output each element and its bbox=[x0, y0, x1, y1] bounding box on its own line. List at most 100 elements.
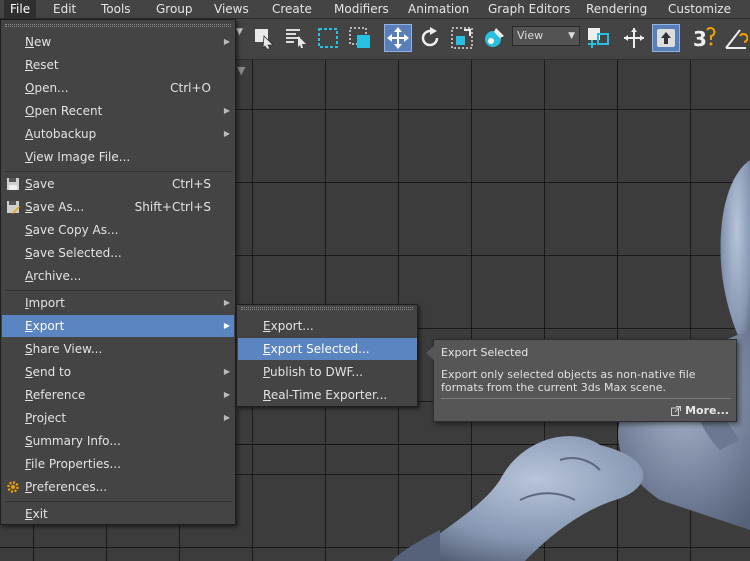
tooltip-more-link[interactable]: More... bbox=[671, 404, 729, 417]
menu-item-new[interactable]: New ▶ bbox=[2, 31, 234, 53]
select-scale-icon[interactable] bbox=[448, 24, 476, 52]
gear-icon bbox=[7, 481, 19, 493]
export-submenu: Export... Export Selected... Publish to … bbox=[236, 304, 418, 407]
select-rotate-icon[interactable] bbox=[416, 24, 444, 52]
chevron-right-icon: ▶ bbox=[223, 321, 230, 330]
menu-separator bbox=[5, 171, 233, 172]
menu-item-label: Import bbox=[25, 296, 65, 310]
menu-customize[interactable]: Customize bbox=[662, 0, 737, 18]
menu-item-label: Save As... bbox=[25, 200, 85, 214]
menu-item-autobackup[interactable]: Autobackup ▶ bbox=[2, 123, 234, 145]
menu-item-share-view[interactable]: Share View... bbox=[2, 338, 234, 360]
menu-item-export[interactable]: Export ▶ bbox=[2, 315, 234, 337]
menu-item-shortcut: Shift+Ctrl+S bbox=[134, 200, 211, 214]
menu-item-label: Publish to DWF... bbox=[263, 365, 363, 379]
tooltip: Export Selected Export only selected obj… bbox=[426, 339, 737, 422]
chevron-down-icon[interactable]: ▼ bbox=[236, 27, 243, 37]
menu-item-file-properties[interactable]: File Properties... bbox=[2, 453, 234, 475]
menu-item-label: Real-Time Exporter... bbox=[263, 388, 388, 402]
menu-item-label: Send to bbox=[25, 365, 72, 379]
select-object-icon[interactable] bbox=[250, 24, 278, 52]
menu-item-label: View Image File... bbox=[25, 150, 131, 164]
snap-label: 3 bbox=[693, 27, 707, 50]
menu-create[interactable]: Create bbox=[266, 0, 318, 18]
menu-item-label: Reference bbox=[25, 388, 86, 402]
menu-file[interactable]: File bbox=[4, 0, 37, 18]
use-pivot-icon[interactable] bbox=[584, 24, 612, 52]
menu-group[interactable]: Group bbox=[150, 0, 199, 18]
menu-separator bbox=[5, 501, 233, 502]
chevron-right-icon: ▶ bbox=[223, 390, 230, 399]
menu-item-label: Summary Info... bbox=[25, 434, 121, 448]
menu-rendering[interactable]: Rendering bbox=[580, 0, 653, 18]
menu-item-export-selected[interactable]: Export Selected... bbox=[238, 338, 417, 360]
menu-item-label: Export Selected... bbox=[263, 342, 370, 356]
more-link-label: More... bbox=[685, 404, 729, 417]
menu-item-label: New bbox=[25, 35, 52, 49]
menu-item-label: Share View... bbox=[25, 342, 103, 356]
tooltip-divider bbox=[441, 398, 731, 399]
menu-item-publish-to-dwf[interactable]: Publish to DWF... bbox=[238, 361, 417, 383]
chevron-down-icon: ▼ bbox=[568, 31, 575, 41]
menu-tools[interactable]: Tools bbox=[95, 0, 137, 18]
menu-item-project[interactable]: Project ▶ bbox=[2, 407, 234, 429]
select-by-name-icon[interactable] bbox=[282, 24, 310, 52]
chevron-right-icon: ▶ bbox=[223, 413, 230, 422]
reference-coordinate-select[interactable]: View ▼ bbox=[512, 26, 580, 46]
menu-item-label: Save Copy As... bbox=[25, 223, 119, 237]
tooltip-title: Export Selected bbox=[441, 346, 529, 359]
menu-item-open-recent[interactable]: Open Recent ▶ bbox=[2, 100, 234, 122]
menu-item-real-time-exporter[interactable]: Real-Time Exporter... bbox=[238, 384, 417, 406]
save-icon bbox=[7, 178, 19, 190]
file-menu: New ▶ Reset Open... Ctrl+O Open Recent ▶… bbox=[0, 19, 236, 525]
chevron-right-icon: ▶ bbox=[223, 106, 230, 115]
menu-item-label: File Properties... bbox=[25, 457, 121, 471]
tooltip-pointer bbox=[426, 346, 434, 360]
menu-edit[interactable]: Edit bbox=[47, 0, 82, 18]
menu-separator bbox=[5, 290, 233, 291]
chevron-right-icon: ▶ bbox=[223, 298, 230, 307]
menu-item-open[interactable]: Open... Ctrl+O bbox=[2, 77, 234, 99]
menu-item-reset[interactable]: Reset bbox=[2, 54, 234, 76]
menu-views[interactable]: Views bbox=[208, 0, 255, 18]
menu-grip bbox=[241, 307, 413, 310]
angle-snap-icon[interactable] bbox=[722, 24, 750, 52]
menu-item-label: Reset bbox=[25, 58, 59, 72]
window-crossing-icon[interactable] bbox=[346, 24, 374, 52]
chevron-right-icon: ▶ bbox=[223, 37, 230, 46]
reference-coordinate-value: View bbox=[517, 29, 544, 42]
select-place-icon[interactable] bbox=[480, 24, 508, 52]
menu-item-label: Preferences... bbox=[25, 480, 108, 494]
menu-item-preferences[interactable]: Preferences... bbox=[2, 476, 234, 498]
menu-animation[interactable]: Animation bbox=[402, 0, 475, 18]
menu-item-shortcut: Ctrl+S bbox=[171, 177, 211, 191]
menu-item-summary-info[interactable]: Summary Info... bbox=[2, 430, 234, 452]
menu-item-shortcut: Ctrl+O bbox=[170, 81, 211, 95]
menu-item-import[interactable]: Import ▶ bbox=[2, 292, 234, 314]
menu-graph-editors[interactable]: Graph Editors bbox=[482, 0, 576, 18]
select-manipulate-icon[interactable] bbox=[620, 24, 648, 52]
menu-item-archive[interactable]: Archive... bbox=[2, 265, 234, 287]
menu-item-save-selected[interactable]: Save Selected... bbox=[2, 242, 234, 264]
menu-grip bbox=[5, 24, 231, 27]
menu-item-export-file[interactable]: Export... bbox=[238, 315, 417, 337]
rectangular-selection-icon[interactable] bbox=[314, 24, 342, 52]
select-move-icon[interactable] bbox=[384, 24, 412, 52]
menu-item-view-image-file[interactable]: View Image File... bbox=[2, 146, 234, 168]
chevron-right-icon: ▶ bbox=[223, 129, 230, 138]
chevron-right-icon: ▶ bbox=[223, 367, 230, 376]
menu-item-save-copy-as[interactable]: Save Copy As... bbox=[2, 219, 234, 241]
snaps-toggle-icon[interactable]: 3 bbox=[690, 24, 718, 52]
menu-item-label: Archive... bbox=[25, 269, 82, 283]
menu-item-label: Exit bbox=[25, 507, 48, 521]
menu-item-reference[interactable]: Reference ▶ bbox=[2, 384, 234, 406]
menu-item-save-as[interactable]: Save As... Shift+Ctrl+S bbox=[2, 196, 234, 218]
keyboard-shortcut-override-icon[interactable] bbox=[652, 24, 680, 52]
menu-item-label: Project bbox=[25, 411, 67, 425]
menu-item-label: Save bbox=[25, 177, 55, 191]
menu-item-send-to[interactable]: Send to ▶ bbox=[2, 361, 234, 383]
menu-item-exit[interactable]: Exit bbox=[2, 503, 234, 525]
menu-modifiers[interactable]: Modifiers bbox=[328, 0, 395, 18]
menu-item-label: Save Selected... bbox=[25, 246, 122, 260]
menu-item-save[interactable]: Save Ctrl+S bbox=[2, 173, 234, 195]
